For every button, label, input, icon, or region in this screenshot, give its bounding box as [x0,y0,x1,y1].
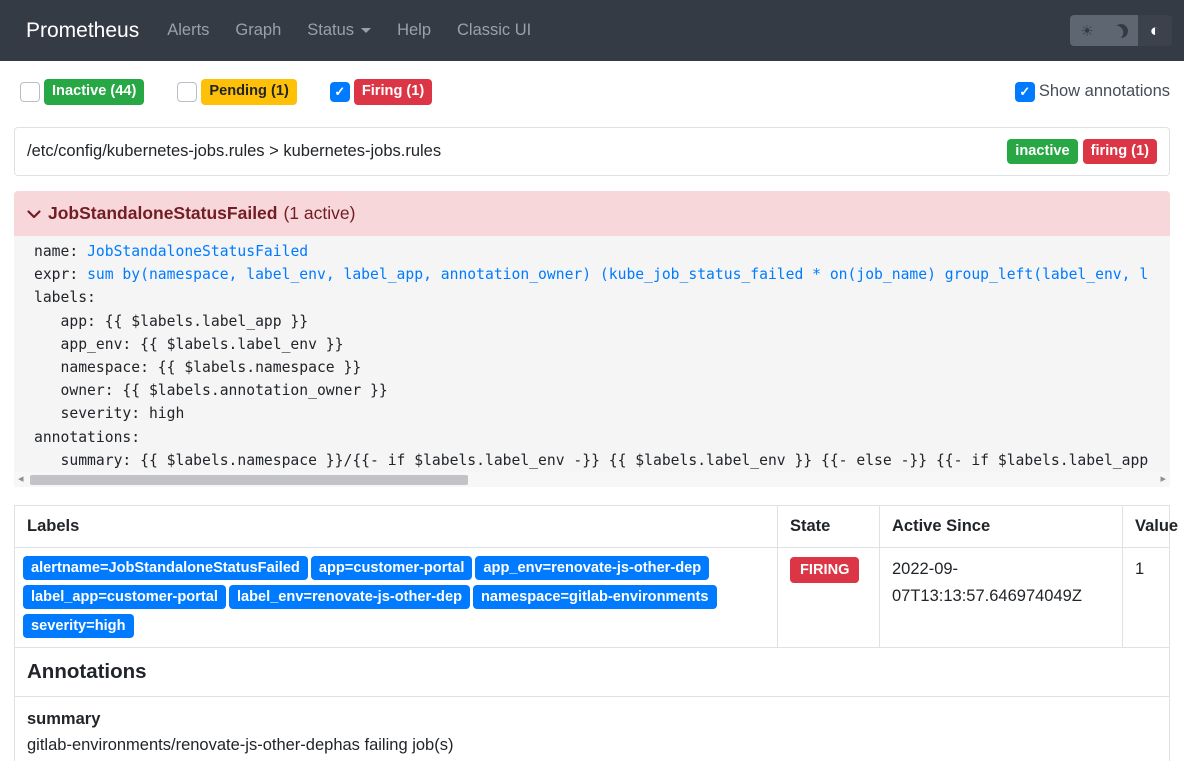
circle-half-icon: ◐ [1150,21,1160,41]
alert-filters-row: Inactive (44) Pending (1) ✓ Firing (1) ✓… [20,79,1170,105]
rule-definition-code: name: JobStandaloneStatusFailed expr: su… [14,236,1170,472]
code-line: namespace: {{ $labels.namespace }} [34,356,1170,379]
alert-rule-name: JobStandaloneStatusFailed [48,203,277,224]
col-header-labels: Labels [15,506,778,548]
pending-checkbox[interactable] [177,82,197,102]
filter-firing[interactable]: ✓ Firing (1) [330,79,432,105]
label-badge: alertname=JobStandaloneStatusFailed [23,556,308,580]
nav-alerts[interactable]: Alerts [154,13,222,48]
nav-classic-ui[interactable]: Classic UI [444,13,544,48]
moon-icon [1112,22,1130,40]
scroll-right-icon[interactable]: ▸ [1160,474,1166,485]
brand-prometheus[interactable]: Prometheus [26,19,139,43]
sun-icon: ☀ [1080,22,1093,40]
col-header-state: State [778,506,880,548]
code-line: app_env: {{ $labels.label_env }} [34,333,1170,356]
pending-count-badge[interactable]: Pending (1) [201,79,296,105]
nav-status-label: Status [307,21,354,40]
annotation-row: summary gitlab-environments/renovate-js-… [15,697,1170,761]
show-annotations-label: Show annotations [1039,82,1170,101]
rule-name-link[interactable]: JobStandaloneStatusFailed [87,243,308,260]
theme-light-button[interactable]: ☀ [1070,15,1104,46]
theme-auto-button[interactable]: ◐ [1138,15,1172,46]
caret-down-icon [361,28,371,33]
code-line: name: JobStandaloneStatusFailed [34,240,1170,263]
alert-row: alertname=JobStandaloneStatusFailedapp=c… [15,548,1170,648]
code-line: severity: high [34,402,1170,425]
inactive-checkbox[interactable] [20,82,40,102]
theme-toggle-group: ☀ ◐ [1070,15,1172,46]
annotation-summary-cell: summary gitlab-environments/renovate-js-… [15,697,1170,761]
alert-rule-block: JobStandaloneStatusFailed (1 active) nam… [14,191,1170,487]
code-horizontal-scrollbar[interactable]: ◂ ▸ [14,472,1170,487]
filter-inactive[interactable]: Inactive (44) [20,79,144,105]
label-badge: app_env=renovate-js-other-dep [475,556,709,580]
nav-help[interactable]: Help [384,13,444,48]
code-line: expr: sum by(namespace, label_env, label… [34,263,1170,286]
label-badge: app=customer-portal [311,556,473,580]
col-header-active-since: Active Since [880,506,1123,548]
firing-checkbox[interactable]: ✓ [330,82,350,102]
code-line: summary: {{ $labels.namespace }}/{{- if … [34,449,1170,472]
code-line: annotations: [34,426,1170,449]
chevron-down-icon [26,206,42,222]
show-annotations-toggle[interactable]: ✓ Show annotations [1015,82,1170,102]
show-annotations-checkbox[interactable]: ✓ [1015,82,1035,102]
filter-pending[interactable]: Pending (1) [177,79,296,105]
navbar: Prometheus Alerts Graph Status Help Clas… [0,0,1184,61]
firing-state-badge: FIRING [790,557,859,583]
rule-group-badges: inactive firing (1) [1007,139,1157,165]
theme-dark-button[interactable] [1104,15,1138,46]
code-line: app: {{ $labels.label_app }} [34,310,1170,333]
annotation-value: gitlab-environments/renovate-js-other-de… [27,732,1157,758]
nav-status-dropdown[interactable]: Status [294,13,384,48]
annotation-key: summary [27,706,1157,732]
table-header-row: Labels State Active Since Value [15,506,1170,548]
scrollbar-thumb[interactable] [30,475,468,485]
rule-group-card: /etc/config/kubernetes-jobs.rules > kube… [14,127,1170,177]
active-alerts-table: Labels State Active Since Value alertnam… [14,505,1170,761]
group-inactive-badge: inactive [1007,139,1077,165]
alert-state-cell: FIRING [778,548,880,648]
alert-active-since-cell: 2022-09-07T13:13:57.646974049Z [880,548,1123,648]
inactive-count-badge[interactable]: Inactive (44) [44,79,144,105]
scroll-left-icon[interactable]: ◂ [18,474,24,485]
rule-group-title: /etc/config/kubernetes-jobs.rules > kube… [27,142,441,161]
alert-active-count: (1 active) [283,203,355,224]
annotations-header-row: Annotations [15,648,1170,697]
group-firing-badge: firing (1) [1083,139,1157,165]
code-line: labels: [34,286,1170,309]
alert-rule-header[interactable]: JobStandaloneStatusFailed (1 active) [14,191,1170,236]
firing-count-badge[interactable]: Firing (1) [354,79,432,105]
label-badge: label_env=renovate-js-other-dep [229,585,470,609]
col-header-value: Value [1123,506,1170,548]
label-badge: namespace=gitlab-environments [473,585,717,609]
annotations-title: Annotations [15,648,1170,697]
alert-value-cell: 1 [1123,548,1170,648]
alert-labels-cell: alertname=JobStandaloneStatusFailedapp=c… [15,548,778,648]
nav-graph[interactable]: Graph [222,13,294,48]
rule-expr-link[interactable]: sum by(namespace, label_env, label_app, … [87,266,1148,283]
label-badge: label_app=customer-portal [23,585,226,609]
label-badge: severity=high [23,614,134,638]
code-line: owner: {{ $labels.annotation_owner }} [34,379,1170,402]
